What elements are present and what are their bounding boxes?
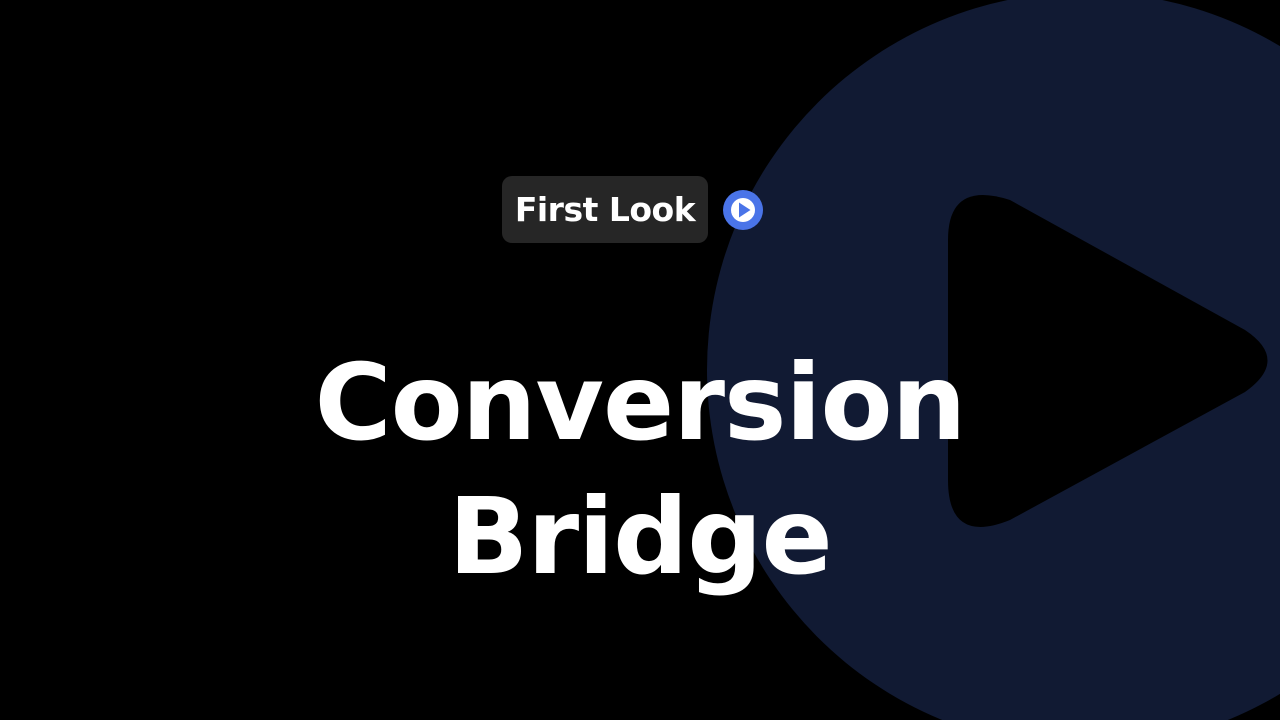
play-circle-icon[interactable] <box>722 189 764 231</box>
title-card: First Look Conversion Bridge <box>0 0 1280 720</box>
title-line-2: Bridge <box>448 476 832 599</box>
badge-row: First Look <box>502 176 764 243</box>
title-line-1: Conversion <box>314 342 967 465</box>
page-title: Conversion Bridge <box>0 336 1280 604</box>
first-look-badge: First Look <box>502 176 708 243</box>
